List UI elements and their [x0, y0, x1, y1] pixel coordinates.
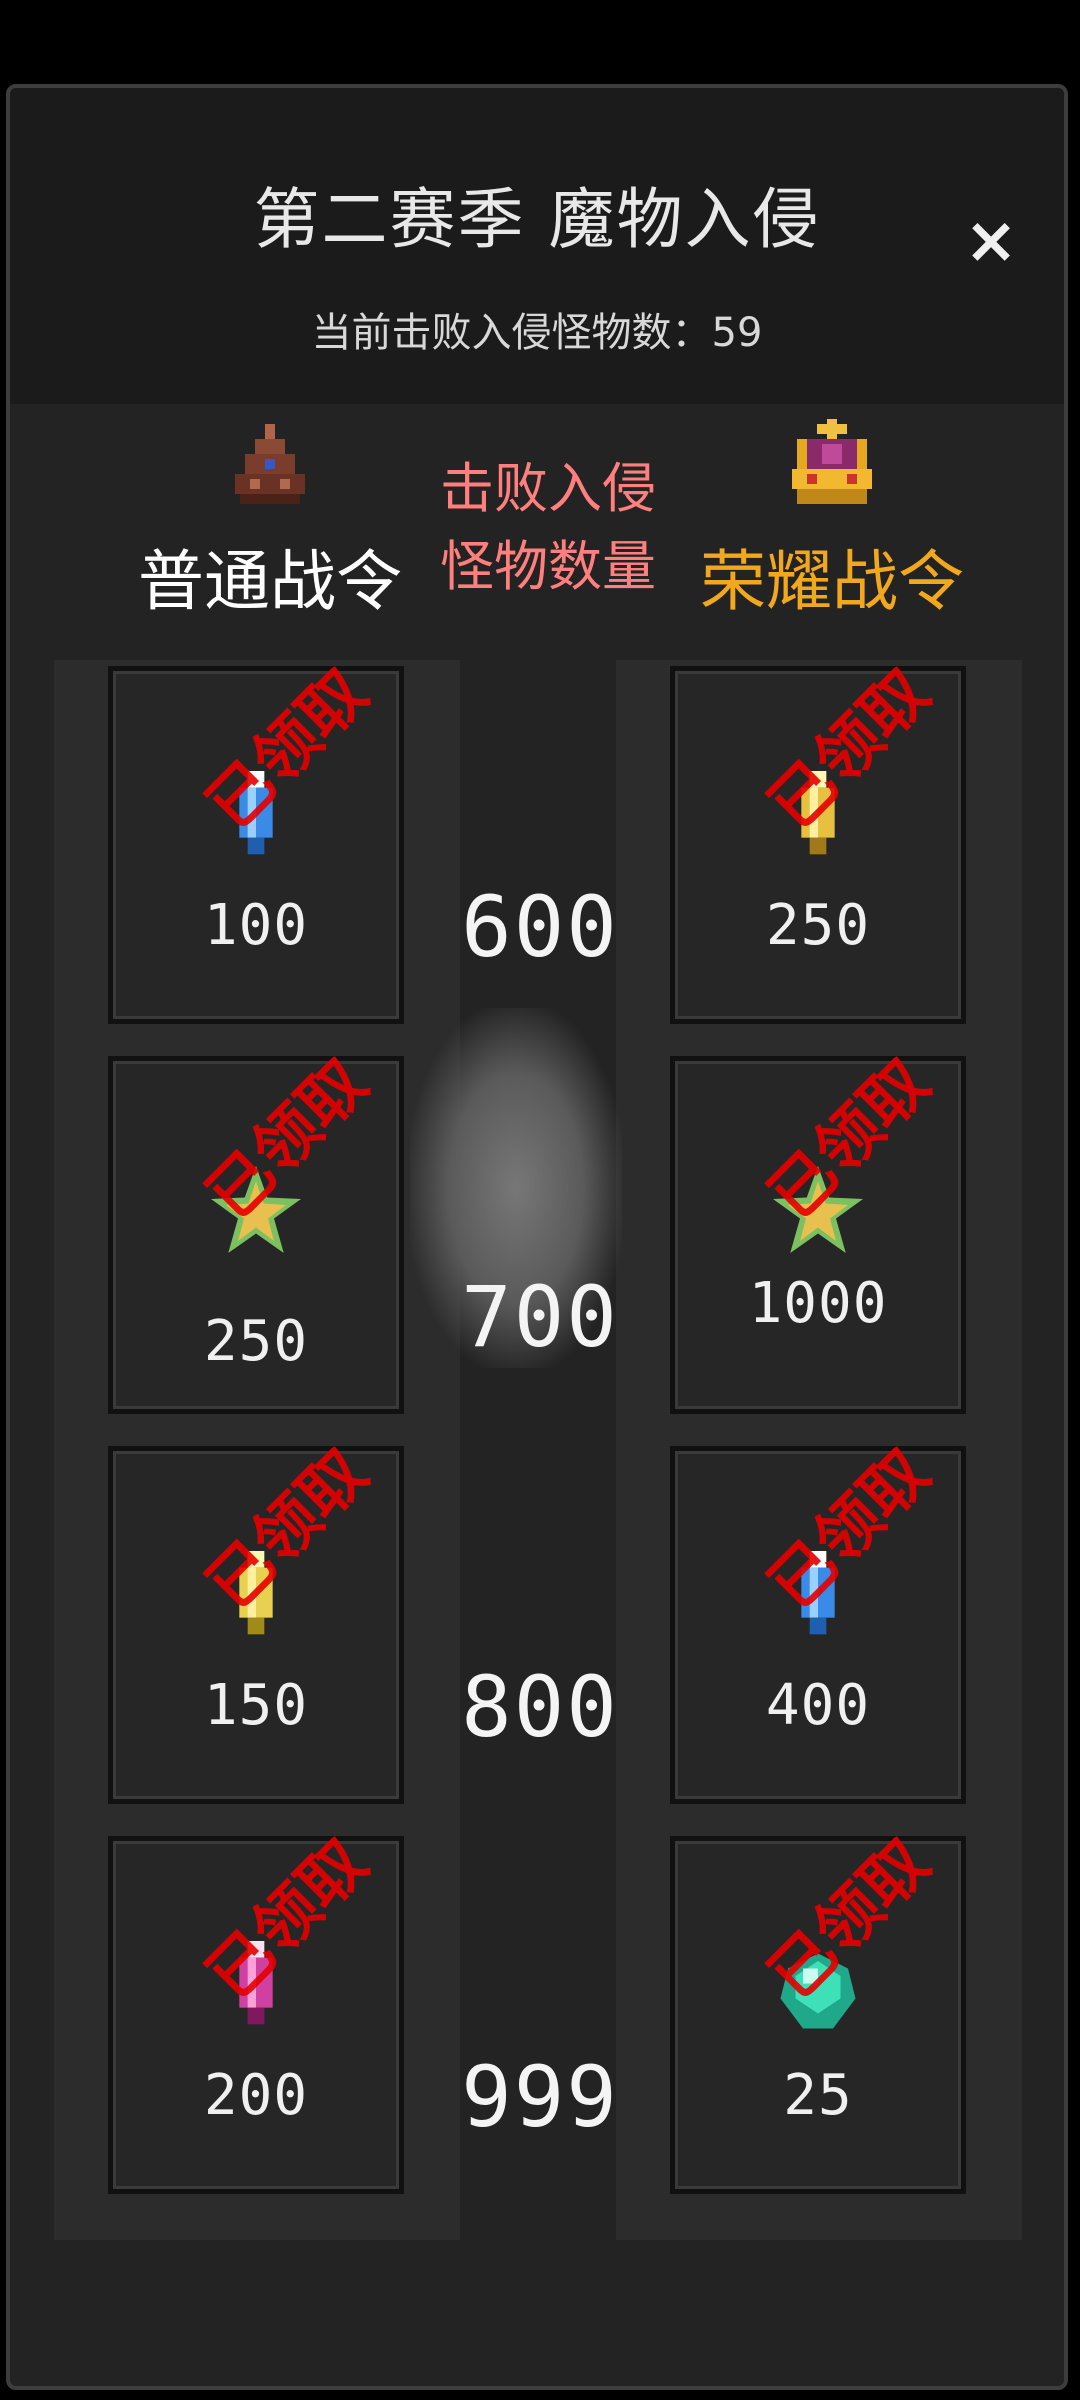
glory-reward-tier-1[interactable]: 已领取 250 — [670, 656, 966, 1024]
tier-count-1: 600 — [461, 878, 619, 976]
normal-reward-tier-3[interactable]: 已领取 150 — [108, 1436, 404, 1804]
monster-count-header-line2: 怪物数量 — [440, 535, 656, 598]
screen: 第二赛季 魔物入侵 × 当前击败入侵怪物数：59 普通战令 击败入侵 怪物数量 — [0, 0, 1080, 2400]
monster-count-header-line1: 击败入侵 — [440, 457, 656, 520]
close-button[interactable]: × — [956, 206, 1026, 276]
reward-quantity: 100 — [203, 893, 309, 958]
reward-quantity: 250 — [765, 893, 871, 958]
tier-count-2: 700 — [461, 1268, 619, 1366]
normal-reward-tier-4[interactable]: 已领取 200 — [108, 1826, 404, 2194]
glory-reward-tier-4[interactable]: 已领取 25 — [670, 1826, 966, 2194]
panel-title: 第二赛季 魔物入侵 — [253, 181, 821, 258]
gold-crown-icon — [792, 419, 872, 504]
tier-count-3: 800 — [461, 1658, 619, 1756]
panel-header: 第二赛季 魔物入侵 × 当前击败入侵怪物数：59 — [10, 88, 1064, 404]
glory-pass-label: 荣耀战令 — [700, 543, 964, 620]
tier-count-4: 999 — [461, 2048, 619, 2146]
monster-count-header: 击败入侵 怪物数量 — [410, 450, 686, 606]
reward-quantity: 250 — [203, 1309, 309, 1374]
defeated-count-text: 当前击败入侵怪物数：59 — [311, 310, 763, 356]
glory-reward-tier-3[interactable]: 已领取 400 — [670, 1436, 966, 1804]
normal-pass-header: 普通战令 — [120, 414, 420, 624]
reward-quantity: 200 — [203, 2063, 309, 2128]
reward-quantity: 150 — [203, 1673, 309, 1738]
bronze-crown-icon — [235, 424, 305, 504]
season-panel: 第二赛季 魔物入侵 × 当前击败入侵怪物数：59 普通战令 击败入侵 怪物数量 — [6, 84, 1068, 2390]
normal-reward-tier-1[interactable]: 已领取 100 — [108, 656, 404, 1024]
reward-quantity: 25 — [783, 2063, 853, 2128]
normal-reward-tier-2[interactable]: 已领取 250 — [108, 1046, 404, 1414]
normal-pass-label: 普通战令 — [138, 543, 402, 620]
reward-quantity: 400 — [765, 1673, 871, 1738]
reward-quantity: 1000 — [748, 1271, 888, 1336]
glory-reward-tier-2[interactable]: 已领取 1000 — [670, 1046, 966, 1414]
glory-pass-header: 荣耀战令 — [682, 414, 982, 624]
